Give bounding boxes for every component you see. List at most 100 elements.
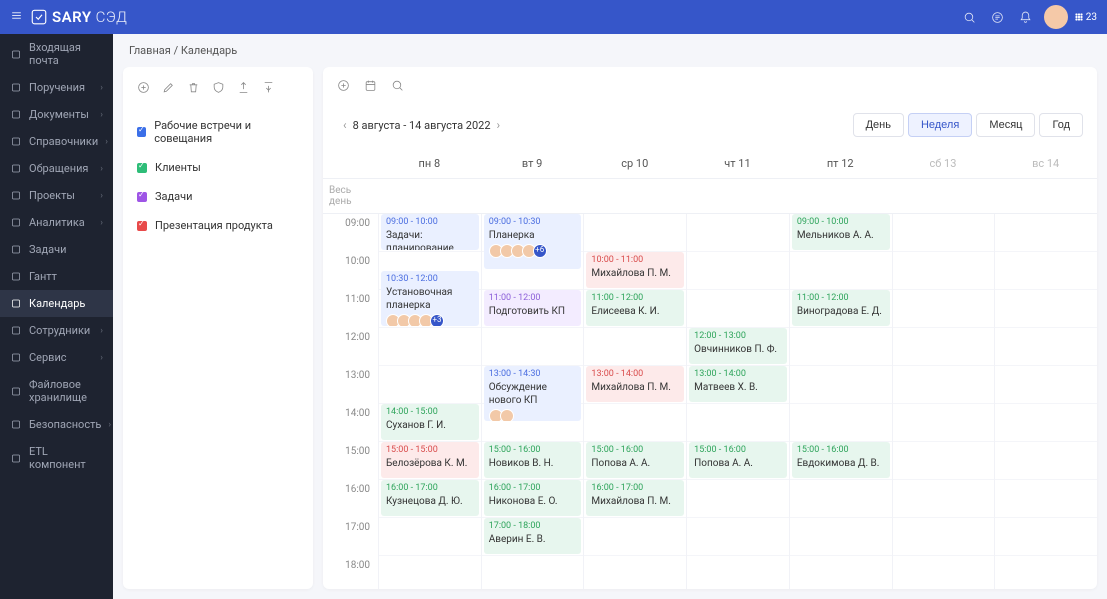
store-icon — [10, 385, 22, 397]
calendar-filter-0[interactable]: Рабочие встречи и совещания — [123, 111, 313, 153]
sidenav-item-12[interactable]: Файловое хранилище — [0, 371, 113, 411]
event[interactable]: 09:00 - 10:00Мельников А. А. — [792, 214, 890, 250]
hour-label: 15:00 — [323, 442, 378, 480]
sidenav-label: Безопасность — [29, 418, 101, 431]
filter-checkbox[interactable] — [137, 163, 147, 173]
day-header: чт 11 — [686, 149, 789, 178]
event[interactable]: 13:00 - 14:00Матвеев Х. В. — [689, 366, 787, 402]
add-event-icon[interactable] — [337, 79, 350, 95]
edit-icon[interactable] — [162, 81, 175, 97]
event[interactable]: 17:00 - 18:00Аверин Е. В. — [484, 518, 582, 554]
event[interactable]: 11:00 - 12:00Елисеева К. И. — [586, 290, 684, 326]
event-title: Михайлова П. М. — [591, 267, 679, 280]
event-time: 13:00 - 14:30 — [489, 369, 577, 381]
event[interactable]: 10:30 - 12:00Установочная планерка+3 — [381, 271, 479, 326]
event-time: 13:00 - 14:00 — [694, 369, 782, 381]
gear-icon — [10, 352, 22, 364]
event-title: Евдокимова Д. В. — [797, 457, 885, 470]
prev-icon[interactable]: ‹ — [337, 118, 353, 132]
day-column — [892, 214, 995, 589]
event-time: 12:00 - 13:00 — [694, 331, 782, 343]
event[interactable]: 13:00 - 14:30Обсуждение нового КП — [484, 366, 582, 421]
chat-icon[interactable] — [984, 3, 1012, 31]
next-icon[interactable]: › — [491, 118, 507, 132]
event[interactable]: 16:00 - 17:00Михайлова П. М. — [586, 480, 684, 516]
event[interactable]: 15:00 - 15:00Белозёрова К. М. — [381, 442, 479, 478]
sidenav-item-2[interactable]: Документы› — [0, 101, 113, 128]
view-day[interactable]: День — [853, 113, 904, 137]
view-week[interactable]: Неделя — [908, 113, 972, 137]
apps-badge[interactable]: 23 — [1074, 12, 1097, 23]
sidenav-item-10[interactable]: Сотрудники› — [0, 317, 113, 344]
event[interactable]: 15:00 - 16:00Попова А. А. — [586, 442, 684, 478]
filter-checkbox[interactable] — [137, 127, 146, 137]
event[interactable]: 13:00 - 14:00Михайлова П. М. — [586, 366, 684, 402]
filter-checkbox[interactable] — [137, 192, 147, 202]
calendar-filter-1[interactable]: Клиенты — [123, 153, 313, 182]
event-title: Попова А. А. — [591, 457, 679, 470]
event[interactable]: 16:00 - 17:00Никонова Е. О. — [484, 480, 582, 516]
event-title: Кузнецова Д. Ю. — [386, 495, 474, 508]
sidenav-label: Сотрудники — [29, 324, 90, 337]
user-avatar[interactable] — [1044, 5, 1068, 29]
filter-checkbox[interactable] — [137, 221, 147, 231]
sidenav-label: Календарь — [29, 297, 85, 310]
today-icon[interactable] — [364, 79, 377, 95]
sidenav-item-7[interactable]: Задачи — [0, 236, 113, 263]
event[interactable]: 14:00 - 15:00Суханов Г. И. — [381, 404, 479, 440]
sidenav-item-8[interactable]: Гантт — [0, 263, 113, 290]
event[interactable]: 15:00 - 16:00Евдокимова Д. В. — [792, 442, 890, 478]
event-title: Михайлова П. М. — [591, 495, 679, 508]
shield-icon[interactable] — [212, 81, 225, 97]
view-month[interactable]: Месяц — [976, 113, 1035, 137]
logo-sub: СЭД — [96, 8, 128, 26]
event[interactable]: 15:00 - 16:00Новиков В. Н. — [484, 442, 582, 478]
event[interactable]: 11:00 - 12:00Виноградова Е. Д. — [792, 290, 890, 326]
logo[interactable]: SARY СЭД — [30, 8, 127, 26]
export-icon[interactable] — [237, 81, 250, 97]
sidenav-item-11[interactable]: Сервис› — [0, 344, 113, 371]
event[interactable]: 12:00 - 13:00Овчинников П. Ф. — [689, 328, 787, 364]
event[interactable]: 16:00 - 17:00Кузнецова Д. Ю. — [381, 480, 479, 516]
event-title: Никонова Е. О. — [489, 495, 577, 508]
bell-icon[interactable] — [1012, 3, 1040, 31]
view-year[interactable]: Год — [1039, 113, 1083, 137]
chevron-right-icon: › — [100, 83, 103, 93]
breadcrumb-home[interactable]: Главная — [129, 44, 171, 57]
sidenav-item-9[interactable]: Календарь — [0, 290, 113, 317]
search-icon[interactable] — [956, 3, 984, 31]
add-icon[interactable] — [137, 81, 150, 97]
sidenav-item-3[interactable]: Справочники› — [0, 128, 113, 155]
event-title: Мельников А. А. — [797, 229, 885, 242]
date-range: 8 августа - 14 августа 2022 — [353, 119, 491, 132]
trash-icon[interactable] — [187, 81, 200, 97]
hour-label: 14:00 — [323, 404, 378, 442]
hamburger-icon[interactable] — [10, 9, 30, 25]
sidenav-item-1[interactable]: Поручения› — [0, 74, 113, 101]
sidenav-item-4[interactable]: Обращения› — [0, 155, 113, 182]
import-icon[interactable] — [262, 81, 275, 97]
event[interactable]: 15:00 - 16:00Попова А. А. — [689, 442, 787, 478]
event[interactable]: 09:00 - 10:00Задачи: планирование — [381, 214, 479, 250]
sidenav-label: Сервис — [29, 351, 67, 364]
day-header: ср 10 — [583, 149, 686, 178]
event[interactable]: 10:00 - 11:00Михайлова П. М. — [586, 252, 684, 288]
calendar-filter-2[interactable]: Задачи — [123, 182, 313, 211]
sidenav-item-5[interactable]: Проекты› — [0, 182, 113, 209]
event[interactable]: 11:00 - 12:00Подготовить КП — [484, 290, 582, 326]
users-icon — [10, 325, 22, 337]
sidenav-item-13[interactable]: Безопасность› — [0, 411, 113, 438]
filter-label: Клиенты — [155, 161, 201, 174]
sidenav-item-14[interactable]: ETL компонент — [0, 438, 113, 478]
event-title: Новиков В. Н. — [489, 457, 577, 470]
event-title: Задачи: планирование — [386, 229, 474, 250]
sidenav-item-0[interactable]: Входящая почта — [0, 34, 113, 74]
sidenav-item-6[interactable]: Аналитика› — [0, 209, 113, 236]
event[interactable]: 09:00 - 10:30Планерка+6 — [484, 214, 582, 269]
cal-search-icon[interactable] — [391, 79, 404, 95]
calendar-grid[interactable]: пн 8вт 9ср 10чт 11пт 12сб 13вс 14 Весь д… — [323, 149, 1097, 589]
sidenav-label: Задачи — [29, 243, 66, 256]
calendar-filter-3[interactable]: Презентация продукта — [123, 211, 313, 240]
allday-label: Весь день — [323, 179, 378, 213]
event-title: Подготовить КП — [489, 305, 577, 318]
